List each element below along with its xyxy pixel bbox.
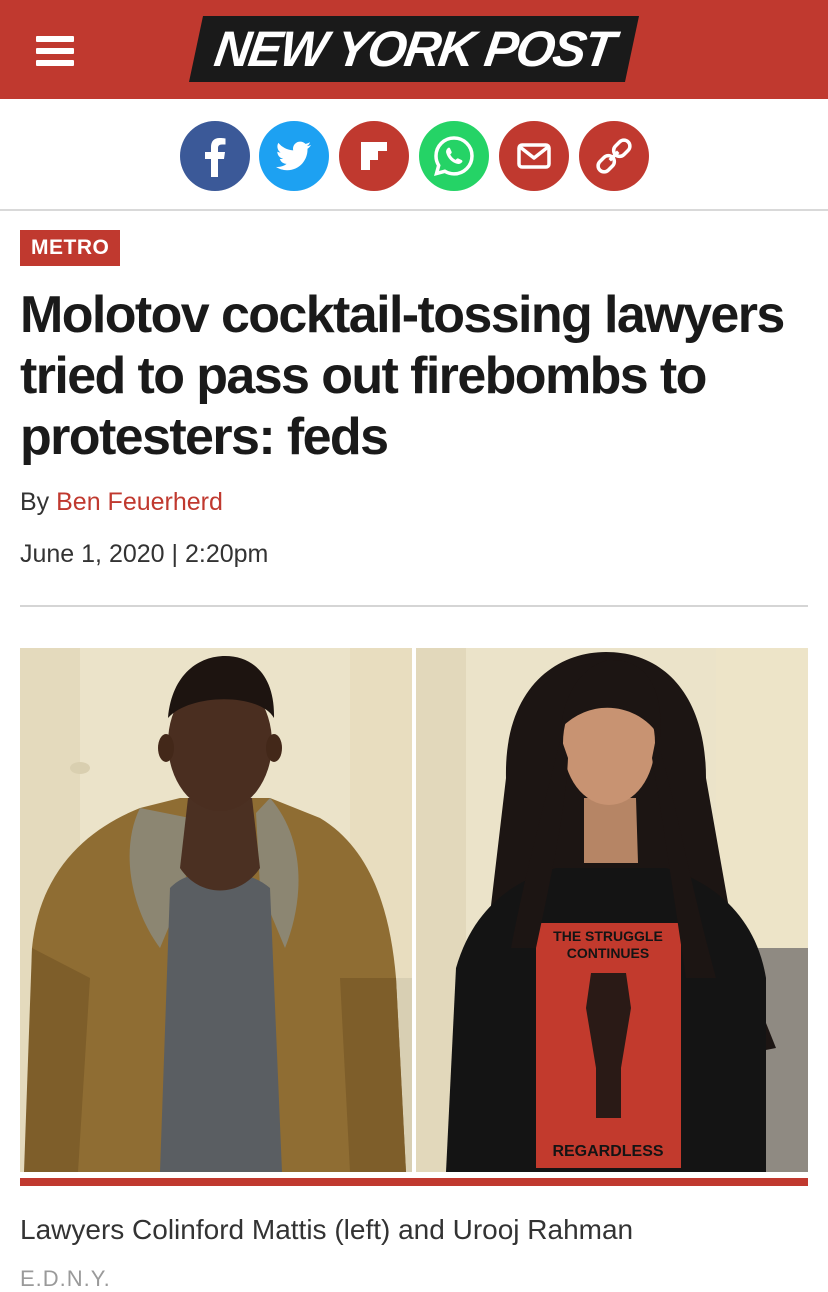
publish-time: 2:20pm xyxy=(184,540,269,568)
nypost-logo[interactable]: NEW YORK POST xyxy=(188,16,640,82)
facebook-icon xyxy=(205,138,226,177)
copy-link-share-button[interactable] xyxy=(579,121,649,191)
email-icon xyxy=(517,143,551,169)
article-headline: Molotov cocktail-tossing lawyers tried t… xyxy=(20,286,785,466)
section-tag-metro[interactable]: METRO xyxy=(20,230,121,266)
twitter-share-button[interactable] xyxy=(259,121,329,191)
date-separator: | xyxy=(164,540,185,568)
shirt-text-top: THE STRUGGLE xyxy=(553,928,663,944)
logo-text: NEW YORK POST xyxy=(210,21,618,77)
publish-date: June 1, 2020 xyxy=(20,540,165,568)
hamburger-menu-icon[interactable] xyxy=(36,36,74,70)
link-icon xyxy=(596,138,632,174)
byline: By Ben Feuerherd xyxy=(20,488,223,517)
whatsapp-icon xyxy=(434,136,474,176)
shirt-text-bottom: REGARDLESS xyxy=(552,1143,663,1160)
facebook-share-button[interactable] xyxy=(180,121,250,191)
shirt-text-top-2: CONTINUES xyxy=(567,945,649,961)
divider xyxy=(20,605,808,607)
photo-right-urooj-rahman[interactable]: THE STRUGGLE CONTINUES REGARDLESS xyxy=(416,648,808,1172)
email-share-button[interactable] xyxy=(499,121,569,191)
flipboard-icon xyxy=(361,142,387,170)
publish-dateline: June 1, 2020 | 2:20pm xyxy=(20,540,268,569)
caption-accent-bar xyxy=(20,1178,808,1186)
byline-prefix: By xyxy=(20,488,57,516)
author-link[interactable]: Ben Feuerherd xyxy=(56,488,223,516)
flipboard-share-button[interactable] xyxy=(339,121,409,191)
twitter-icon xyxy=(275,141,311,171)
top-header-bar: NEW YORK POST xyxy=(0,0,828,99)
whatsapp-share-button[interactable] xyxy=(419,121,489,191)
share-bar xyxy=(0,99,828,211)
photo-left-colinford-mattis[interactable] xyxy=(20,648,412,1172)
image-caption: Lawyers Colinford Mattis (left) and Uroo… xyxy=(20,1214,634,1245)
image-credit: E.D.N.Y. xyxy=(20,1266,111,1291)
